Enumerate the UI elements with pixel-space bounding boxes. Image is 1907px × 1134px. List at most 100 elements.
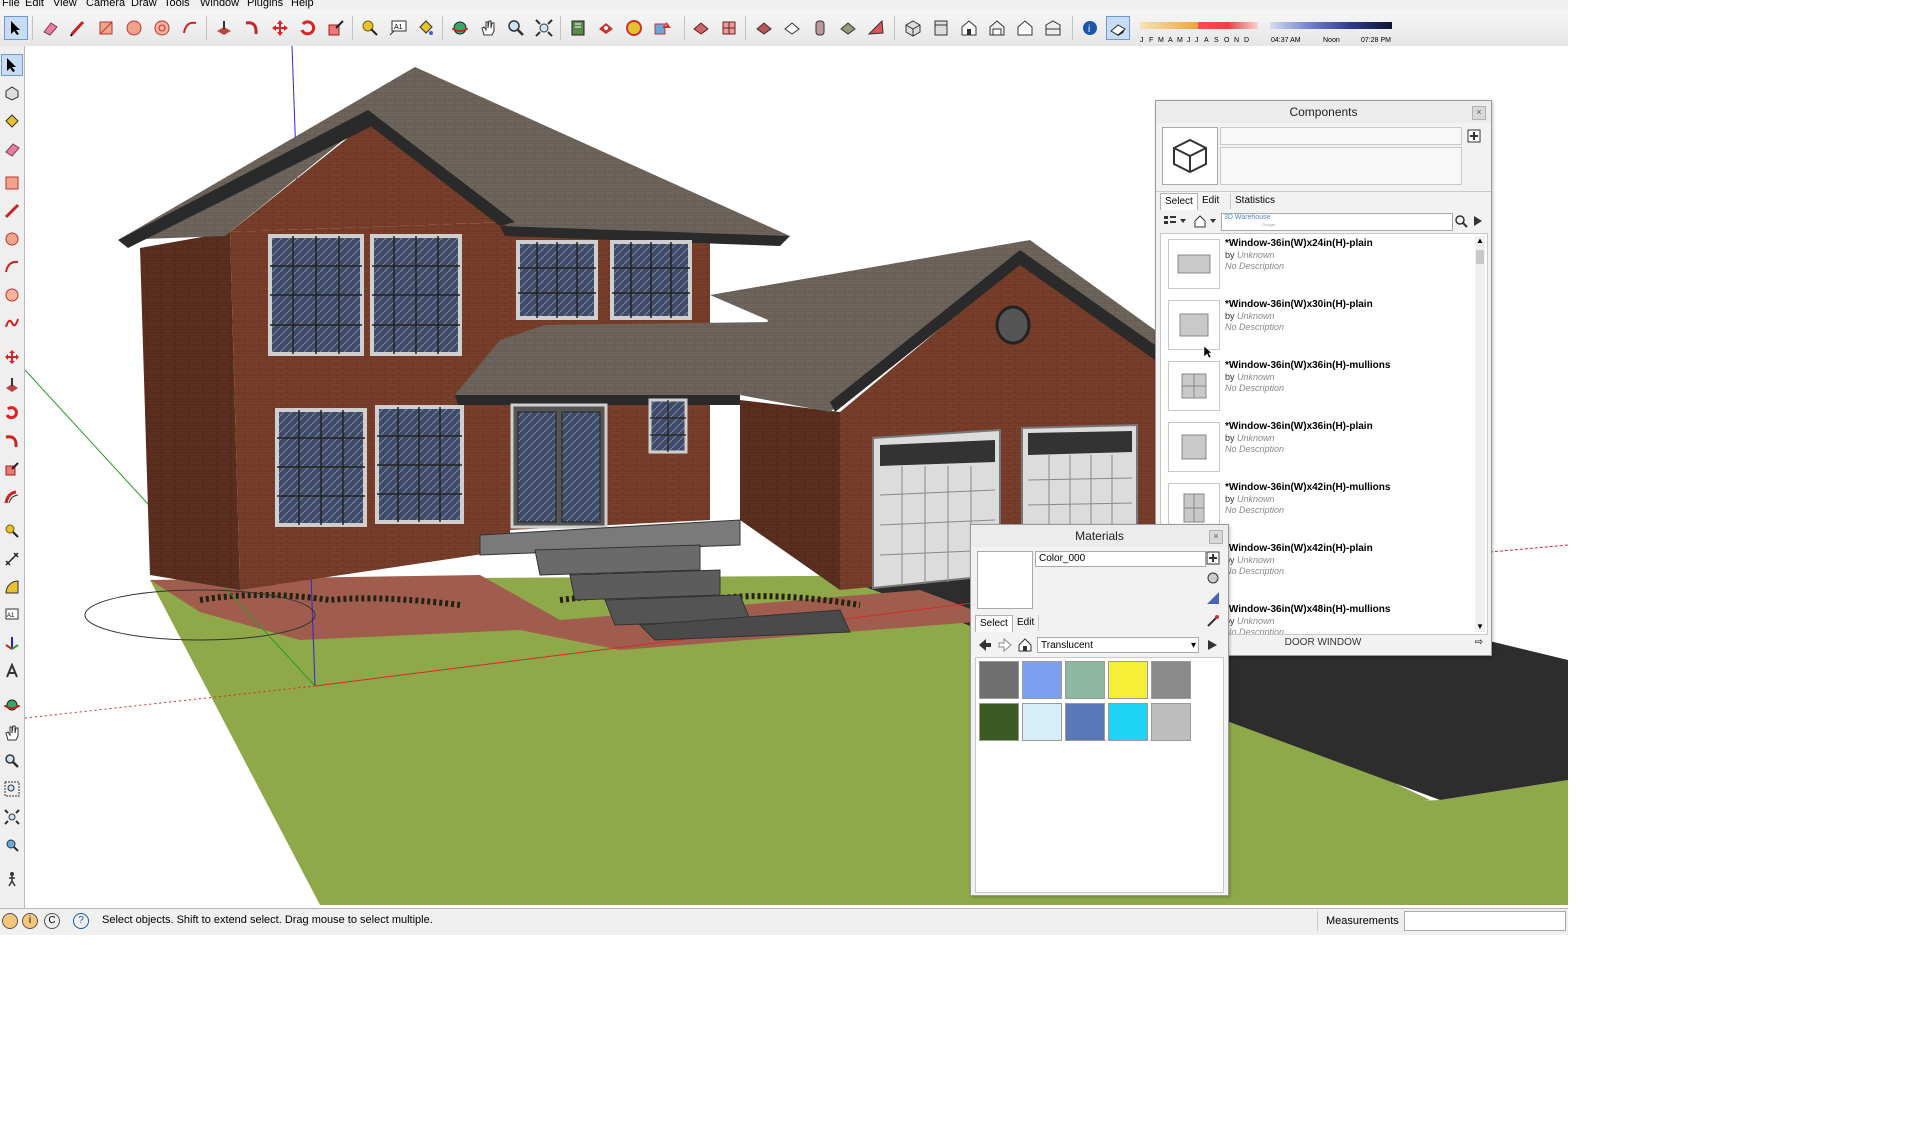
push-pull-tool-button[interactable] <box>212 16 236 40</box>
rectangle-tool-left[interactable] <box>1 172 23 194</box>
geo-location-icon[interactable] <box>2 913 18 929</box>
polygon-tool-left[interactable] <box>1 284 23 306</box>
material-swatch[interactable] <box>979 661 1019 699</box>
view-hidden-line-button[interactable] <box>780 16 804 40</box>
protractor-tool-left[interactable] <box>1 576 23 598</box>
tab-statistics[interactable]: Statistics <box>1230 193 1279 209</box>
rectangle-tool-button[interactable] <box>94 16 118 40</box>
material-swatch[interactable] <box>979 703 1019 741</box>
dimension-tool-left[interactable] <box>1 548 23 570</box>
arc-tool-button[interactable] <box>178 16 202 40</box>
text-tool-left[interactable]: A1 <box>1 604 23 626</box>
axes-tool-left[interactable] <box>1 632 23 654</box>
measurements-input[interactable] <box>1404 911 1566 931</box>
move-tool-left[interactable] <box>1 346 23 368</box>
rotate-tool-button[interactable] <box>296 16 320 40</box>
view-right-button[interactable] <box>985 16 1009 40</box>
circle-tool-button[interactable] <box>122 16 146 40</box>
select-tool-left[interactable] <box>1 54 23 76</box>
component-name-field[interactable] <box>1220 127 1462 145</box>
menu-file[interactable]: File <box>2 0 20 10</box>
material-name-field[interactable]: Color_000 <box>1035 551 1206 567</box>
tab-edit[interactable]: Edit <box>1013 615 1040 631</box>
rotate-tool-left[interactable] <box>1 402 23 424</box>
push-pull-tool-left[interactable] <box>1 374 23 396</box>
help-icon[interactable]: ? <box>73 913 89 929</box>
follow-me-tool-button[interactable] <box>240 16 264 40</box>
back-button[interactable] <box>977 637 993 653</box>
extension-warehouse-button[interactable] <box>650 16 674 40</box>
zoom-extents-tool-left[interactable] <box>1 806 23 828</box>
zoom-window-tool-left[interactable] <box>1 778 23 800</box>
tab-edit[interactable]: Edit <box>1198 193 1223 209</box>
eraser-tool-button[interactable] <box>38 16 62 40</box>
view-options-button[interactable] <box>1162 213 1190 229</box>
material-swatch[interactable] <box>1108 703 1148 741</box>
arc-tool-left[interactable] <box>1 256 23 278</box>
shadow-settings-button[interactable]: i <box>1078 16 1102 40</box>
material-swatch[interactable] <box>1065 661 1105 699</box>
view-back-button[interactable] <box>1013 16 1037 40</box>
zoom-extents-tool-button[interactable] <box>532 16 556 40</box>
view-front-button[interactable] <box>957 16 981 40</box>
pencil-tool-button[interactable] <box>66 16 90 40</box>
material-swatch[interactable] <box>1022 661 1062 699</box>
components-close-button[interactable]: × <box>1472 106 1486 120</box>
material-swatch[interactable] <box>1108 661 1148 699</box>
tape-measure-tool-left[interactable] <box>1 520 23 542</box>
sample-paint-button[interactable] <box>1206 571 1220 585</box>
style-xray-button[interactable] <box>689 16 713 40</box>
tape-measure-tool-button[interactable] <box>358 16 382 40</box>
polygon-tool-button[interactable] <box>150 16 174 40</box>
list-item[interactable]: *Window-36in(W)x24in(H)-plain by Unknown… <box>1167 236 1472 292</box>
offset-tool-left[interactable] <box>1 486 23 508</box>
view-textured-button[interactable] <box>836 16 860 40</box>
toggle-shadows-button[interactable] <box>1106 16 1130 40</box>
scroll-up-arrow-icon[interactable]: ▲ <box>1475 236 1485 246</box>
style-back-edges-button[interactable] <box>717 16 741 40</box>
make-component-tool[interactable] <box>1 82 23 104</box>
list-item[interactable]: *Window-36in(W)x36in(H)-plain by Unknown… <box>1167 419 1472 475</box>
zoom-tool-left[interactable] <box>1 750 23 772</box>
get-models-button[interactable] <box>566 16 590 40</box>
tab-select[interactable]: Select <box>1160 193 1198 210</box>
view-wireframe-button[interactable] <box>752 16 776 40</box>
follow-me-tool-left[interactable] <box>1 430 23 452</box>
pan-tool-button[interactable] <box>476 16 500 40</box>
material-swatch[interactable] <box>1151 661 1191 699</box>
zoom-tool-button[interactable] <box>504 16 528 40</box>
menu-tools[interactable]: Tools <box>164 0 190 10</box>
circle-tool-left[interactable] <box>1 228 23 250</box>
view-top-button[interactable] <box>929 16 953 40</box>
materials-close-button[interactable]: × <box>1209 530 1223 544</box>
footer-arrow-icon[interactable]: ⇨ <box>1475 637 1483 648</box>
text-tool-button[interactable]: A1 <box>386 16 410 40</box>
menu-draw[interactable]: Draw <box>131 0 157 10</box>
scrollbar-thumb[interactable] <box>1476 250 1484 264</box>
eyedropper-button[interactable] <box>1205 613 1221 629</box>
create-material-button[interactable] <box>1206 551 1220 565</box>
eraser-tool-left[interactable] <box>1 138 23 160</box>
create-material-button[interactable] <box>1467 129 1481 143</box>
credits-icon[interactable]: i <box>22 913 38 929</box>
share-model-button[interactable] <box>594 16 618 40</box>
move-tool-button[interactable] <box>268 16 292 40</box>
line-tool-left[interactable] <box>1 200 23 222</box>
view-iso-button[interactable] <box>901 16 925 40</box>
details-arrow-button[interactable] <box>1471 213 1485 229</box>
view-left-button[interactable] <box>1041 16 1065 40</box>
menu-window[interactable]: Window <box>200 0 239 10</box>
menu-camera[interactable]: Camera <box>86 0 125 10</box>
orbit-tool-button[interactable] <box>448 16 472 40</box>
tab-select[interactable]: Select <box>975 615 1013 632</box>
home-button[interactable] <box>1017 637 1033 653</box>
pan-tool-left[interactable] <box>1 722 23 744</box>
walk-tool-left[interactable] <box>1 868 23 890</box>
search-button[interactable] <box>1454 213 1468 229</box>
material-swatch[interactable] <box>1065 703 1105 741</box>
orbit-tool-left[interactable] <box>1 694 23 716</box>
scale-tool-button[interactable] <box>324 16 348 40</box>
default-material-button[interactable] <box>1206 591 1220 605</box>
previous-view-tool-left[interactable] <box>1 834 23 856</box>
component-description-field[interactable] <box>1220 147 1462 185</box>
